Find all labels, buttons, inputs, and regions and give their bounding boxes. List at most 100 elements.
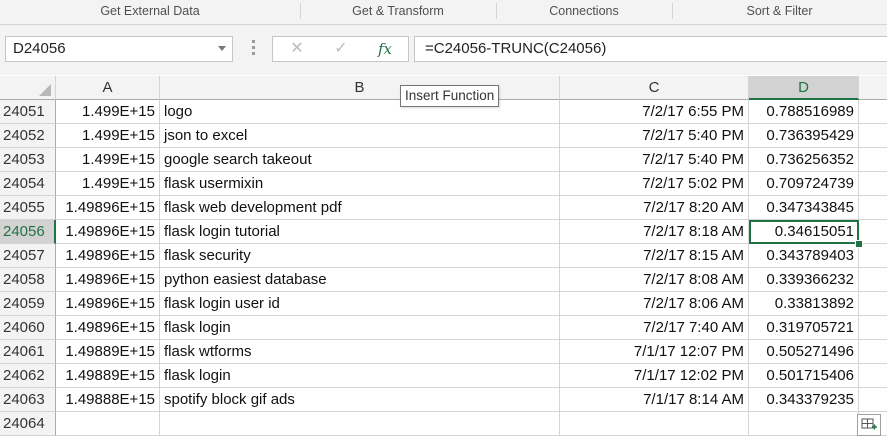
- cell-d[interactable]: [749, 412, 859, 436]
- cell-a[interactable]: 1.499E+15: [56, 100, 160, 124]
- cell-d[interactable]: 0.339366232: [749, 268, 859, 292]
- row-header[interactable]: 24059: [0, 292, 56, 316]
- cell-c[interactable]: 7/1/17 12:07 PM: [560, 340, 749, 364]
- cell-e[interactable]: [859, 148, 887, 172]
- cell-c[interactable]: 7/2/17 6:55 PM: [560, 100, 749, 124]
- cell-c[interactable]: 7/2/17 8:08 AM: [560, 268, 749, 292]
- cell-b[interactable]: flask wtforms: [160, 340, 560, 364]
- cell-e[interactable]: [859, 340, 887, 364]
- row-header[interactable]: 24052: [0, 124, 56, 148]
- cell-a[interactable]: [56, 412, 160, 436]
- cell-c[interactable]: 7/2/17 5:02 PM: [560, 172, 749, 196]
- cell-c[interactable]: 7/2/17 8:18 AM: [560, 220, 749, 244]
- cell-b[interactable]: logo: [160, 100, 560, 124]
- row-header[interactable]: 24056: [0, 220, 56, 244]
- cell-a[interactable]: 1.49889E+15: [56, 364, 160, 388]
- cell-e[interactable]: [859, 196, 887, 220]
- formula-input[interactable]: =C24056-TRUNC(C24056): [414, 36, 887, 62]
- cell-e[interactable]: [859, 172, 887, 196]
- ribbon-group-labels: Get External Data Get & Transform Connec…: [0, 0, 887, 25]
- cell-d[interactable]: 0.343789403: [749, 244, 859, 268]
- cell-b[interactable]: python easiest database: [160, 268, 560, 292]
- cell-a[interactable]: 1.49896E+15: [56, 196, 160, 220]
- row-header[interactable]: 24061: [0, 340, 56, 364]
- cell-d[interactable]: 0.736395429: [749, 124, 859, 148]
- cell-d[interactable]: 0.505271496: [749, 340, 859, 364]
- fill-handle[interactable]: [855, 240, 863, 248]
- column-header-b[interactable]: B: [160, 76, 560, 100]
- insert-function-icon[interactable]: fx: [365, 37, 405, 61]
- cell-b[interactable]: json to excel: [160, 124, 560, 148]
- cell-d[interactable]: 0.736256352: [749, 148, 859, 172]
- name-box[interactable]: D24056: [5, 36, 233, 62]
- row-header[interactable]: 24063: [0, 388, 56, 412]
- cell-a[interactable]: 1.49896E+15: [56, 268, 160, 292]
- cell-e[interactable]: [859, 220, 887, 244]
- cell-a[interactable]: 1.49888E+15: [56, 388, 160, 412]
- row-header[interactable]: 24060: [0, 316, 56, 340]
- row-header[interactable]: 24064: [0, 412, 56, 436]
- cell-e[interactable]: [859, 244, 887, 268]
- spreadsheet-grid[interactable]: A B C D 24051 1.499E+15 logo 7/2/17 6:55 PM…: [0, 76, 887, 443]
- cell-a[interactable]: 1.49896E+15: [56, 244, 160, 268]
- cell-c[interactable]: 7/1/17 8:14 AM: [560, 388, 749, 412]
- cell-c[interactable]: 7/2/17 8:06 AM: [560, 292, 749, 316]
- cell-b[interactable]: flask login: [160, 364, 560, 388]
- row-header[interactable]: 24053: [0, 148, 56, 172]
- cell-d[interactable]: 0.709724739: [749, 172, 859, 196]
- cell-c[interactable]: 7/2/17 8:20 AM: [560, 196, 749, 220]
- column-header-d[interactable]: D: [749, 76, 859, 100]
- cell-d[interactable]: 0.788516989: [749, 100, 859, 124]
- cell-e[interactable]: [859, 388, 887, 412]
- cancel-icon[interactable]: ✕: [277, 37, 317, 61]
- enter-icon[interactable]: ✓: [321, 37, 361, 61]
- cell-c[interactable]: 7/2/17 7:40 AM: [560, 316, 749, 340]
- column-header-next[interactable]: [859, 76, 887, 100]
- cell-b[interactable]: flask security: [160, 244, 560, 268]
- cell-b[interactable]: flask login tutorial: [160, 220, 560, 244]
- cell-e[interactable]: [859, 316, 887, 340]
- cell-d[interactable]: 0.343379235: [749, 388, 859, 412]
- cell-b[interactable]: spotify block gif ads: [160, 388, 560, 412]
- cell-e[interactable]: [859, 100, 887, 124]
- cell-c[interactable]: 7/1/17 12:02 PM: [560, 364, 749, 388]
- cell-c[interactable]: 7/2/17 5:40 PM: [560, 124, 749, 148]
- chevron-down-icon[interactable]: [218, 46, 226, 51]
- row-header[interactable]: 24058: [0, 268, 56, 292]
- cell-d[interactable]: 0.33813892: [749, 292, 859, 316]
- cell-b[interactable]: flask usermixin: [160, 172, 560, 196]
- quick-analysis-icon[interactable]: [857, 414, 881, 436]
- cell-c[interactable]: 7/2/17 8:15 AM: [560, 244, 749, 268]
- cell-e[interactable]: [859, 292, 887, 316]
- cell-d[interactable]: 0.319705721: [749, 316, 859, 340]
- cell-a[interactable]: 1.49896E+15: [56, 292, 160, 316]
- column-header-a[interactable]: A: [56, 76, 160, 100]
- cell-a[interactable]: 1.499E+15: [56, 148, 160, 172]
- cell-b[interactable]: [160, 412, 560, 436]
- cell-e[interactable]: [859, 268, 887, 292]
- cell-a[interactable]: 1.499E+15: [56, 172, 160, 196]
- cell-b[interactable]: flask web development pdf: [160, 196, 560, 220]
- cell-d[interactable]: 0.501715406: [749, 364, 859, 388]
- cell-b[interactable]: flask login: [160, 316, 560, 340]
- cell-a[interactable]: 1.49896E+15: [56, 220, 160, 244]
- cell-a[interactable]: 1.49889E+15: [56, 340, 160, 364]
- cell-c[interactable]: 7/2/17 5:40 PM: [560, 148, 749, 172]
- column-header-c[interactable]: C: [560, 76, 749, 100]
- cell-e[interactable]: [859, 124, 887, 148]
- row-header[interactable]: 24051: [0, 100, 56, 124]
- row-header[interactable]: 24055: [0, 196, 56, 220]
- cell-e[interactable]: [859, 364, 887, 388]
- cell-b[interactable]: google search takeout: [160, 148, 560, 172]
- row-header[interactable]: 24062: [0, 364, 56, 388]
- row-header[interactable]: 24057: [0, 244, 56, 268]
- cell-a[interactable]: 1.49896E+15: [56, 316, 160, 340]
- cell-a[interactable]: 1.499E+15: [56, 124, 160, 148]
- formula-bar-resize-handle[interactable]: [252, 40, 256, 58]
- cell-d[interactable]: 0.34615051: [749, 220, 859, 244]
- cell-d[interactable]: 0.347343845: [749, 196, 859, 220]
- cell-c[interactable]: [560, 412, 749, 436]
- select-all-corner[interactable]: [0, 76, 56, 100]
- row-header[interactable]: 24054: [0, 172, 56, 196]
- cell-b[interactable]: flask login user id: [160, 292, 560, 316]
